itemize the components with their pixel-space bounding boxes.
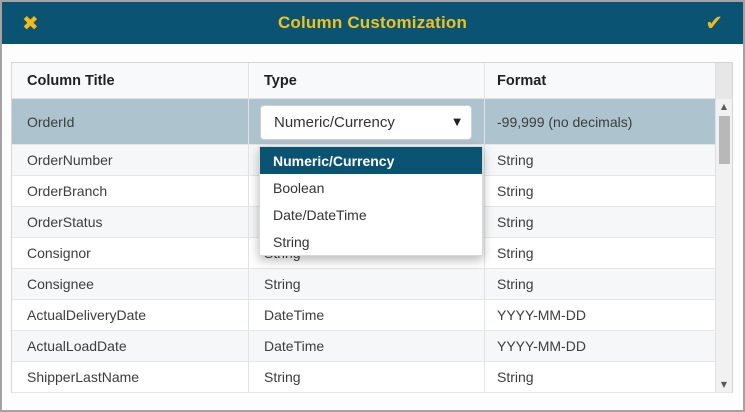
scroll-down-icon[interactable]: ▼ [716, 377, 732, 392]
cell-title: OrderBranch [12, 176, 249, 206]
vertical-scrollbar: ▲ ▼ [715, 63, 732, 392]
column-customization-dialog: ✖ Column Customization ✔ Column Title Ty… [0, 0, 745, 412]
cell-format: String [497, 183, 534, 199]
cell-title: Consignor [12, 238, 249, 268]
cell-title: ActualDeliveryDate [12, 300, 249, 330]
dropdown-option-date-datetime[interactable]: Date/DateTime [260, 201, 482, 228]
table-row-consignee[interactable]: Consignee String String [12, 269, 732, 300]
scrollbar-track[interactable]: ▲ ▼ [716, 99, 732, 392]
chevron-down-icon: ▼ [453, 117, 461, 128]
table-row-shipperlastname[interactable]: ShipperLastName String String [12, 362, 732, 393]
table-row-actualloaddate[interactable]: ActualLoadDate DateTime YYYY-MM-DD [12, 331, 732, 362]
cell-type: String [249, 362, 485, 392]
cell-type: String [249, 269, 485, 299]
dropdown-option-string[interactable]: String [260, 228, 482, 255]
dropdown-option-numeric-currency[interactable]: Numeric/Currency [260, 147, 482, 174]
header-type: Type [249, 63, 485, 98]
type-select[interactable]: Numeric/Currency ▼ [260, 105, 472, 140]
header-format: Format [497, 72, 547, 89]
cell-format: -99,999 (no decimals) [497, 113, 633, 130]
dialog-title: Column Customization [277, 13, 468, 32]
cell-format: String [497, 245, 534, 261]
type-select-value: Numeric/Currency [274, 114, 395, 131]
cell-title: Consignee [12, 269, 249, 299]
scrollbar-header-corner [716, 63, 732, 99]
type-dropdown-list: Numeric/Currency Boolean Date/DateTime S… [259, 146, 483, 256]
cell-format: String [497, 152, 534, 168]
table-row-actualdeliverydate[interactable]: ActualDeliveryDate DateTime YYYY-MM-DD [12, 300, 732, 331]
cell-title: ActualLoadDate [12, 331, 249, 361]
dialog-titlebar: ✖ Column Customization ✔ [2, 2, 743, 44]
cell-type: DateTime [249, 331, 485, 361]
cell-format: String [497, 369, 534, 385]
cell-title: OrderId [12, 99, 249, 144]
scroll-up-icon[interactable]: ▲ [716, 99, 732, 114]
cell-format: String [497, 276, 534, 292]
cell-title: OrderNumber [12, 145, 249, 175]
header-column-title: Column Title [12, 63, 249, 98]
cell-title: OrderStatus [12, 207, 249, 237]
scrollbar-thumb[interactable] [718, 116, 730, 164]
table-header-row: Column Title Type Format [12, 63, 732, 99]
cell-title: ShipperLastName [12, 362, 249, 392]
cell-format: YYYY-MM-DD [497, 338, 586, 354]
confirm-icon[interactable]: ✔ [705, 12, 723, 34]
dropdown-option-boolean[interactable]: Boolean [260, 174, 482, 201]
cell-type: DateTime [249, 300, 485, 330]
close-icon[interactable]: ✖ [22, 13, 39, 33]
cell-format: YYYY-MM-DD [497, 307, 586, 323]
cell-format: String [497, 214, 534, 230]
